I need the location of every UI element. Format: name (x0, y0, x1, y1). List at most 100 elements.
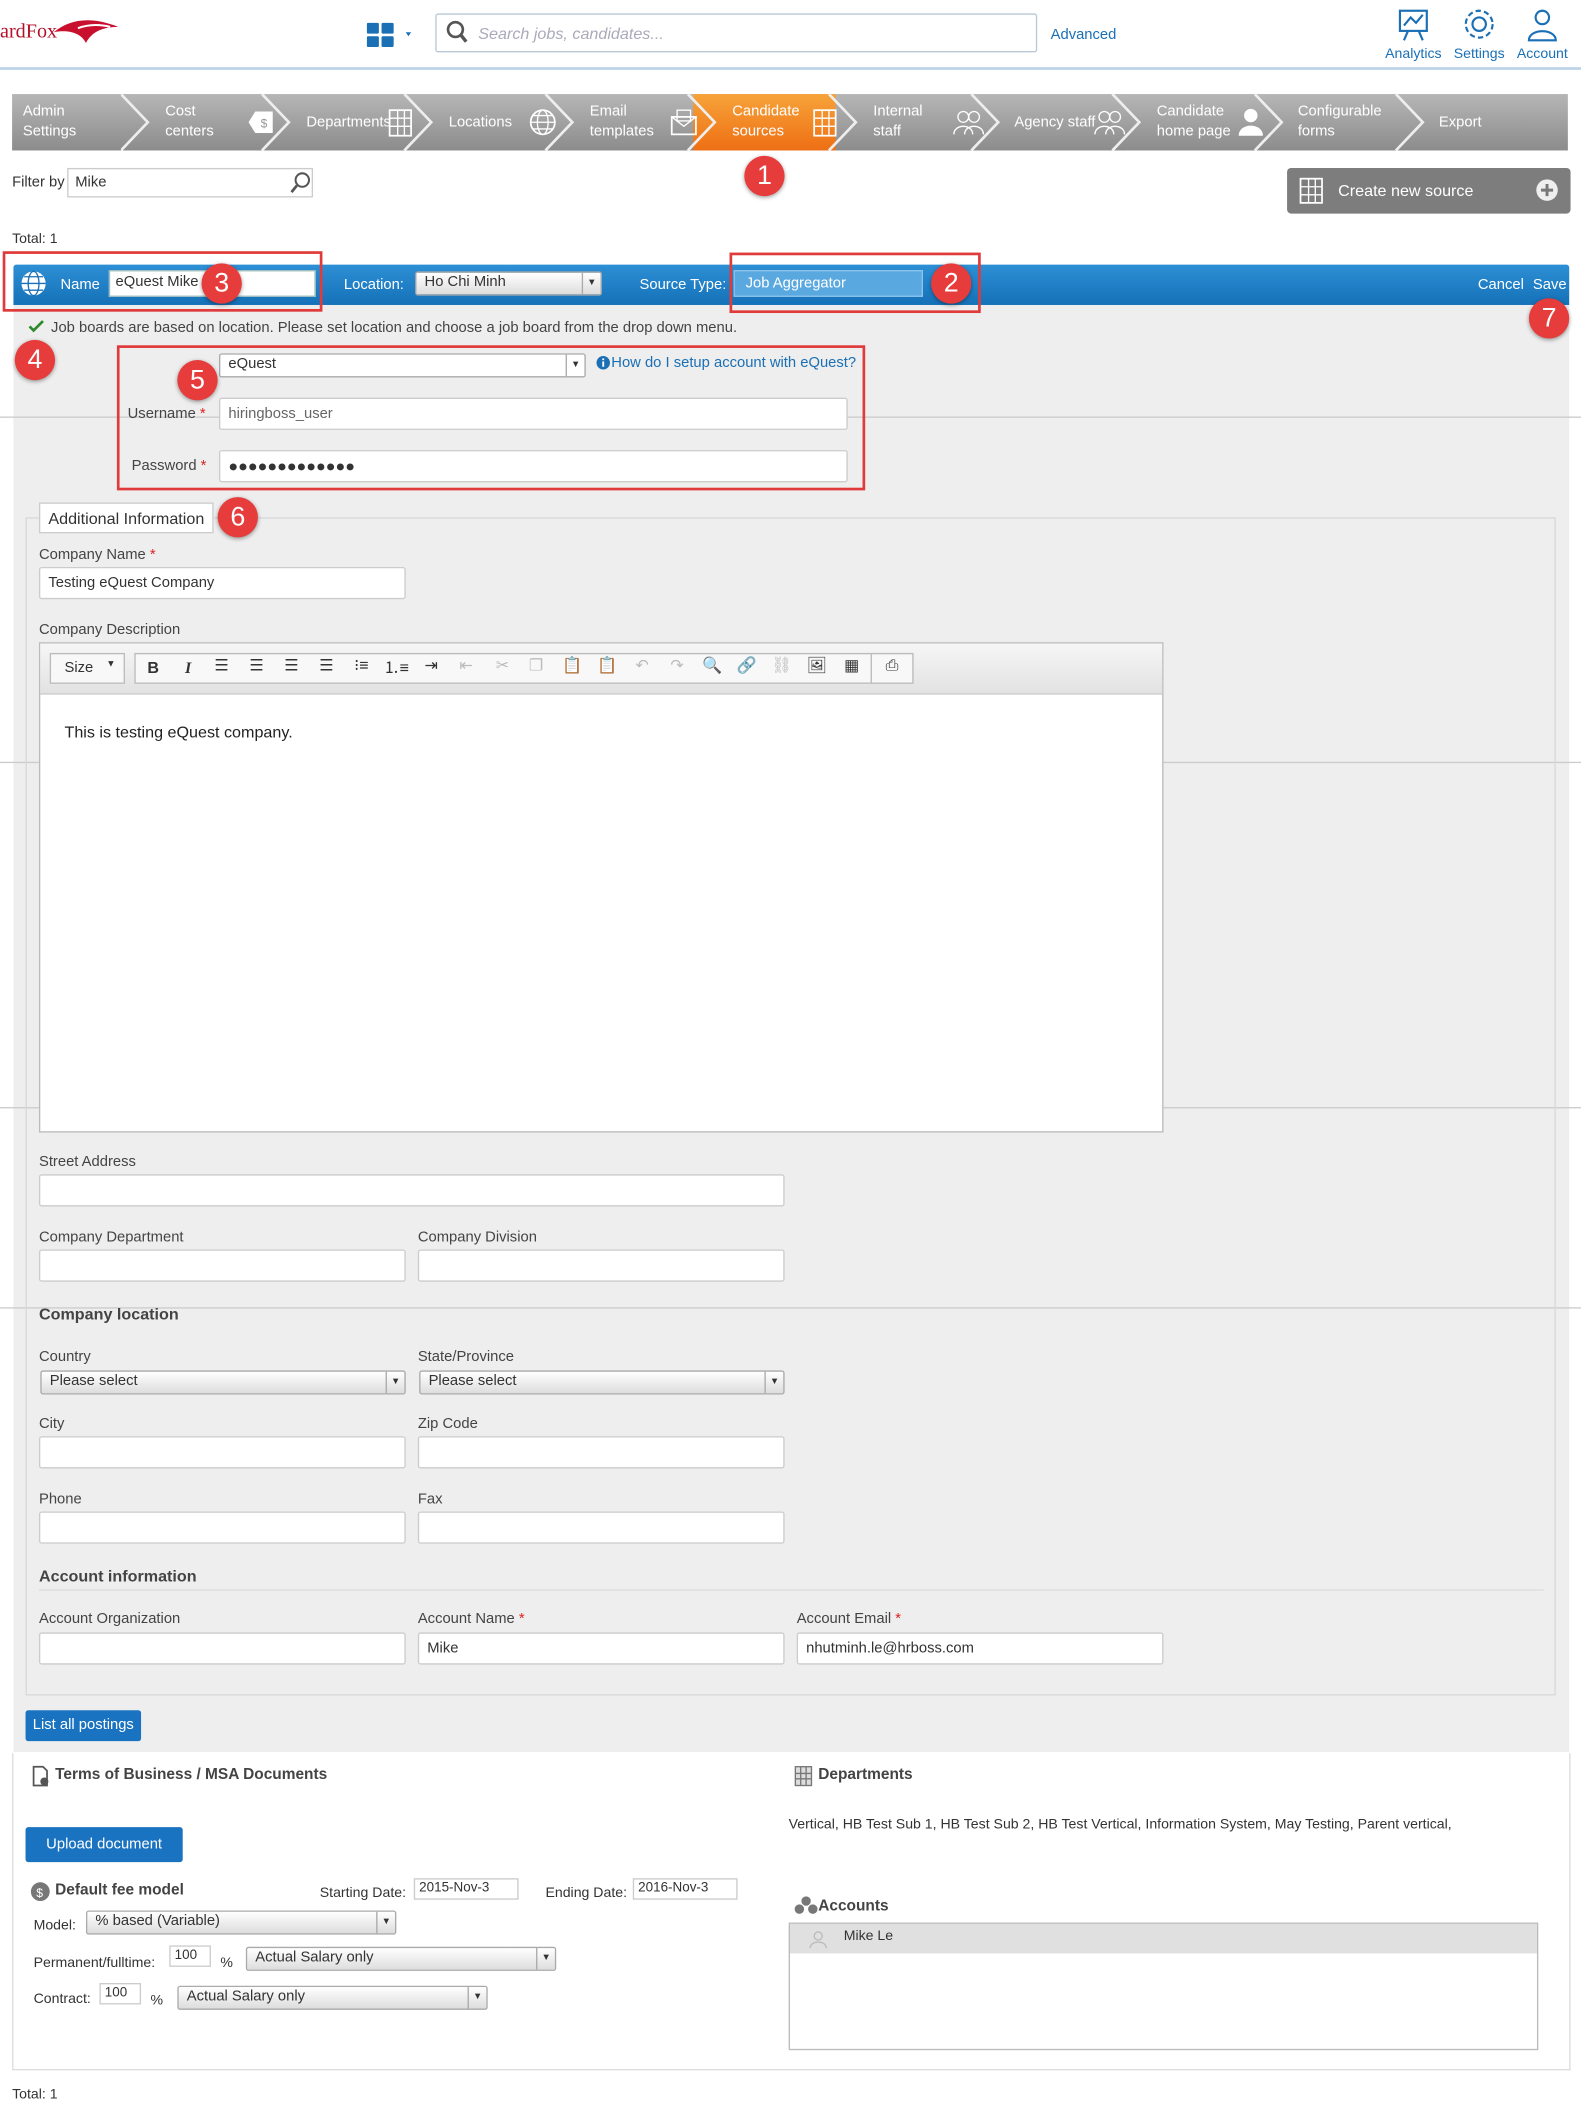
account-label: Account (1516, 45, 1568, 62)
filter-input[interactable]: Mike (67, 167, 314, 198)
link-icon[interactable]: 🔗 (732, 656, 762, 675)
job-board-notice: Job boards are based on location. Please… (51, 319, 738, 336)
model-select[interactable]: % based (Variable) ▼ (85, 1910, 397, 1935)
street-address-input[interactable] (38, 1174, 785, 1207)
nav-admin-settings[interactable]: Admin Settings (23, 102, 76, 158)
copy-icon[interactable]: ❐ (521, 656, 551, 675)
italic-icon[interactable]: I (173, 658, 203, 678)
location-value: Ho Chi Minh (424, 274, 506, 291)
percent-label: % (220, 1954, 233, 1971)
nav-chevrons (120, 94, 1425, 151)
annotation-badge: 1 (744, 155, 785, 197)
phone-input[interactable] (38, 1511, 406, 1544)
starting-date-input[interactable]: 2015-Nov-3 (413, 1878, 519, 1900)
building-icon (813, 109, 837, 137)
zip-input[interactable] (417, 1436, 785, 1469)
bold-icon[interactable]: B (138, 658, 168, 677)
account-organization-input[interactable] (38, 1632, 406, 1665)
editor-content[interactable]: This is testing eQuest company. (64, 723, 292, 742)
company-division-input[interactable] (417, 1249, 785, 1282)
indent-icon[interactable]: ⇥ (416, 656, 446, 675)
account-name: Mike Le (843, 1927, 894, 1945)
percent-label: % (150, 1992, 164, 2009)
accounts-icon (794, 1896, 818, 1914)
account-name-input[interactable]: Mike (417, 1632, 785, 1665)
state-select[interactable]: Please select ▼ (419, 1370, 785, 1395)
image-icon[interactable]: 🖼 (802, 656, 832, 675)
account-button[interactable]: Account (1507, 5, 1577, 62)
permanent-percent-input[interactable]: 100 (169, 1945, 211, 1967)
fax-input[interactable] (417, 1511, 785, 1544)
annotation-badge: 6 (217, 497, 258, 538)
building-icon (794, 1766, 813, 1787)
company-name-input[interactable]: Testing eQuest Company (38, 566, 406, 600)
nav-label: Settings (22, 123, 77, 140)
align-center-icon[interactable]: ☰ (242, 656, 272, 675)
location-select[interactable]: Ho Chi Minh ▼ (415, 271, 602, 296)
country-select[interactable]: Please select ▼ (40, 1370, 406, 1395)
city-input[interactable] (38, 1436, 406, 1469)
account-information-title: Account information (38, 1566, 197, 1586)
align-left-icon[interactable]: ☰ (207, 656, 237, 675)
search-icon[interactable] (290, 171, 311, 194)
paste-text-icon[interactable]: 📋 (592, 656, 622, 675)
company-description-editor[interactable] (38, 642, 1164, 1133)
settings-button[interactable]: Settings (1444, 5, 1514, 62)
account-email-label-text: Account Email (796, 1610, 892, 1627)
default-fee-model-title: Default fee model (55, 1882, 184, 1899)
paste-icon[interactable]: 📋 (558, 656, 588, 675)
location-label: Location: (343, 276, 404, 293)
departments-list: Vertical, HB Test Sub 1, HB Test Sub 2, … (788, 1816, 1452, 1833)
fax-label: Fax (417, 1491, 443, 1508)
filter-label: Filter by (12, 174, 65, 191)
permanent-basis-select[interactable]: Actual Salary only ▼ (245, 1946, 557, 1971)
apps-grid-icon[interactable] (366, 21, 415, 48)
additional-info-legend: Additional Information (38, 502, 214, 534)
company-department-input[interactable] (38, 1249, 406, 1282)
list-item[interactable] (789, 1923, 1537, 1954)
brand-logo-text[interactable]: ardFox (0, 21, 57, 44)
cancel-button[interactable]: Cancel (1478, 277, 1524, 293)
annotation-badge: 2 (931, 263, 972, 304)
account-name-label: Account Name * (418, 1611, 525, 1627)
model-value: % based (Variable) (95, 1913, 220, 1930)
email-icon (670, 109, 697, 136)
font-size-dropdown[interactable]: Size ▼ (49, 652, 125, 684)
annotation-badge: 5 (177, 360, 218, 401)
search-icon (446, 20, 468, 43)
justify-icon[interactable]: ☰ (312, 656, 342, 675)
cut-icon[interactable]: ✂ (488, 656, 518, 675)
total-count-bottom: Total: 1 (12, 2086, 58, 2103)
list-all-postings-button[interactable]: List all postings (25, 1710, 142, 1742)
align-right-icon[interactable]: ☰ (277, 656, 307, 675)
contract-basis-value: Actual Salary only (186, 1988, 306, 2005)
permanent-basis-value: Actual Salary only (255, 1949, 374, 1966)
font-size-label: Size (64, 659, 94, 676)
search-placeholder: Search jobs, candidates... (478, 24, 664, 43)
advanced-search-link[interactable]: Advanced (1051, 27, 1117, 43)
company-location-title: Company location (38, 1304, 179, 1324)
numbered-list-icon[interactable]: ⒈≡ (382, 656, 412, 679)
find-icon[interactable]: 🔍 (697, 656, 727, 675)
staff-icon (953, 110, 985, 135)
table-icon[interactable]: ▦ (837, 656, 867, 675)
redo-icon[interactable]: ↷ (662, 656, 692, 675)
contract-percent-input[interactable]: 100 (99, 1983, 142, 2005)
save-button[interactable]: Save (1533, 277, 1567, 293)
upload-document-button[interactable]: Upload document (25, 1827, 183, 1863)
candidate-icon (1238, 108, 1263, 136)
company-department-label: Company Department (38, 1229, 184, 1246)
account-email-input[interactable]: nhutminh.le@hrboss.com (796, 1632, 1164, 1665)
starting-date-label: Starting Date: (319, 1884, 407, 1902)
undo-icon[interactable]: ↶ (627, 656, 657, 675)
company-description-label: Company Description (38, 622, 181, 639)
contract-basis-select[interactable]: Actual Salary only ▼ (177, 1985, 488, 2010)
chevron-down-icon: ▼ (536, 1948, 555, 1970)
bullet-list-icon[interactable]: ⁝≡ (347, 656, 377, 675)
print-icon[interactable]: ⎙ (877, 656, 907, 676)
analytics-button[interactable]: Analytics (1378, 5, 1448, 62)
unlink-icon[interactable]: ⛓ (767, 656, 797, 675)
outdent-icon[interactable]: ⇤ (451, 656, 481, 675)
account-email-label: Account Email * (797, 1611, 901, 1627)
ending-date-input[interactable]: 2016-Nov-3 (632, 1878, 738, 1900)
